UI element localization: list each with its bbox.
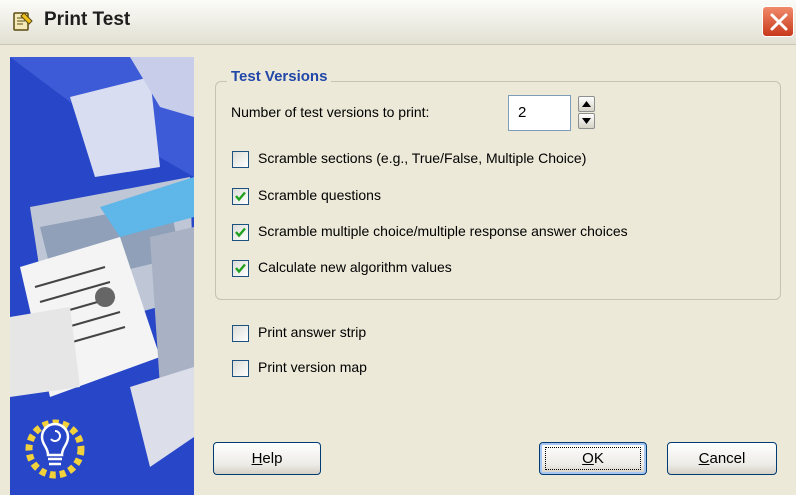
window-title: Print Test [44, 9, 131, 30]
close-button[interactable] [762, 6, 794, 37]
focus-indicator [545, 447, 641, 470]
cancel-button-mnemonic: C [698, 450, 710, 467]
spin-down-icon [582, 118, 591, 124]
checkmark-icon [235, 263, 246, 274]
scramble-answer-choices-label: Scramble multiple choice/multiple respon… [258, 223, 628, 239]
print-version-map-checkbox[interactable] [232, 360, 249, 377]
checkmark-icon [235, 191, 246, 202]
print-version-map-label: Print version map [258, 359, 367, 375]
cancel-button[interactable]: Cancel [667, 442, 777, 475]
scramble-answer-choices-checkbox[interactable] [232, 224, 249, 241]
printer-test-app-icon [12, 10, 34, 32]
spin-down-button[interactable] [578, 113, 595, 129]
spin-up-button[interactable] [578, 96, 595, 112]
scramble-questions-checkbox[interactable] [232, 188, 249, 205]
spin-up-icon [582, 101, 591, 107]
calculate-algorithm-values-checkbox[interactable] [232, 260, 249, 277]
help-button-label-rest: elp [262, 450, 283, 467]
scramble-sections-label: Scramble sections (e.g., True/False, Mul… [258, 150, 587, 166]
help-button[interactable]: Help [213, 442, 321, 475]
versions-count-input[interactable]: 2 [508, 95, 571, 131]
scramble-questions-label: Scramble questions [258, 187, 381, 203]
checkmark-icon [235, 227, 246, 238]
calculate-algorithm-values-label: Calculate new algorithm values [258, 259, 452, 275]
scramble-sections-checkbox[interactable] [232, 151, 249, 168]
side-banner-illustration [10, 57, 194, 495]
print-answer-strip-checkbox[interactable] [232, 325, 249, 342]
group-title: Test Versions [227, 68, 332, 85]
versions-count-label: Number of test versions to print: [231, 104, 430, 120]
help-button-mnemonic: H [251, 450, 263, 467]
ok-button[interactable]: OK [539, 442, 647, 475]
title-bar[interactable]: Print Test [0, 0, 796, 45]
print-answer-strip-label: Print answer strip [258, 324, 367, 340]
print-test-dialog: Print Test Test Versions Number of test … [0, 0, 796, 495]
cancel-button-label-rest: ancel [709, 450, 746, 467]
versions-count-spinner [578, 96, 595, 130]
